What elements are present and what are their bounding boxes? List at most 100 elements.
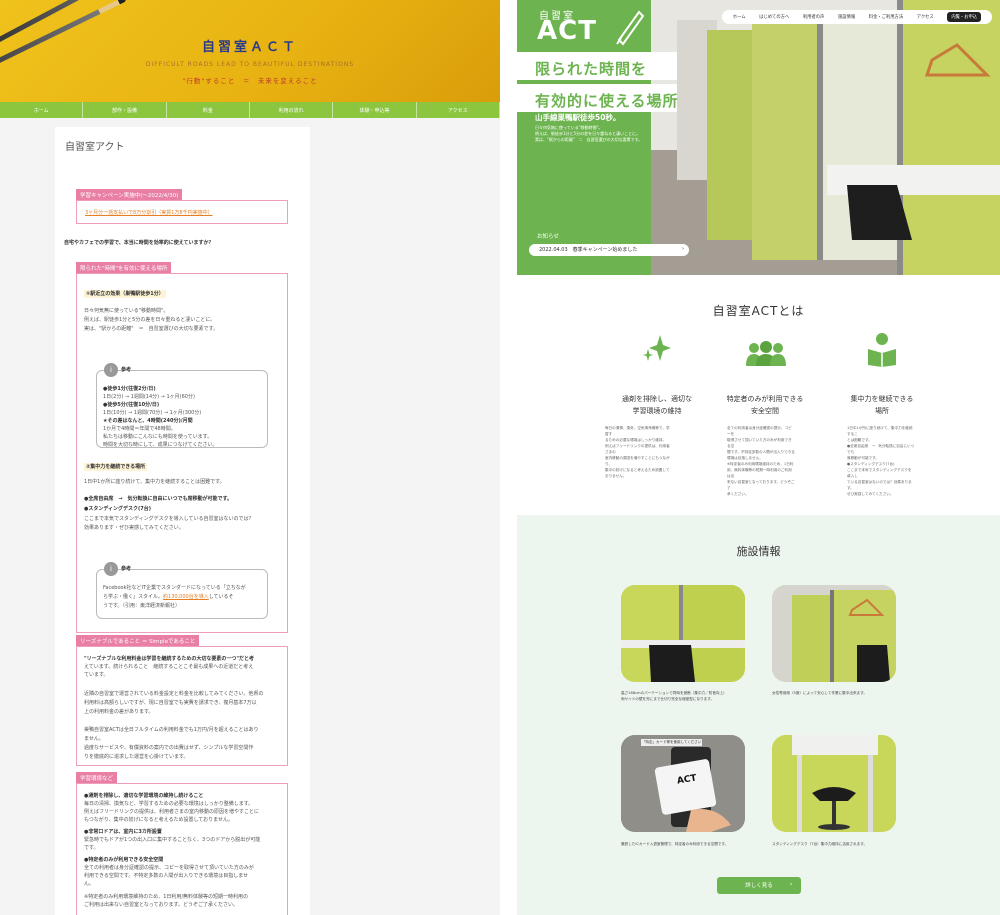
feature-desc-line: 用、無料体験等の短期一時利用のご利用は出 — [727, 468, 792, 478]
feature-desc-line: 承ください。 — [727, 492, 749, 496]
section3-line: ん。 — [84, 881, 95, 887]
hero-small-text: 日々何気無に使っている"移動時間"。 — [535, 125, 603, 130]
section1-bullet: ●全席自由席 → 気分転換に自由にいつでも席移動が可能です。 — [84, 496, 233, 502]
left-nav-item[interactable]: 部作・設備 — [83, 102, 167, 118]
left-site-title: 自習室ＡＣＴ — [201, 40, 298, 55]
facility-caption: 女性専用席（5席）によって安心して作業に集中出来ます。 — [772, 691, 902, 697]
section2-line: 近隣の自習室で運営されている料金設定と料金を比較してみてください。他県の — [84, 691, 264, 697]
feature-title-line: 安全空間 — [751, 407, 779, 415]
standing-desk-photo — [772, 735, 896, 832]
facility-caption-line: 徹底したICカード入退室管理で、特定者のみ利用できる空間です。 — [621, 842, 729, 846]
feature-title-line: 集中力を継続できる — [850, 395, 914, 403]
reader-icon — [868, 333, 896, 367]
left-nav-item[interactable]: 体験・申込等 — [333, 102, 417, 118]
feature-title-line: 学習環境の維持 — [632, 407, 682, 415]
left-nav-item[interactable]: アクセス — [417, 102, 500, 118]
section3-line: ご利用は出来ない自習室となっております。どうぞご了承ください。 — [84, 902, 238, 908]
feature-title-line: 特定者のみが利用できる — [726, 395, 804, 403]
section2-line: "リーズナブルな利用料金は学習を継続するための大切な要素の一つ"だと考 — [84, 656, 254, 662]
facility-photo-women — [772, 585, 896, 682]
info-icon: i — [104, 363, 118, 377]
section2-line: えています。続けられること 継続することこそ最も成果への近道だと考え — [84, 664, 254, 670]
reference-line: Facebook社などIT企業でスタンダードになっている「立ちなが — [103, 585, 246, 591]
reference-link[interactable]: 約130,000台を導入 — [163, 594, 209, 600]
right-nav-item[interactable]: 施設情報 — [838, 14, 855, 20]
left-subtitle-jp: "行動"すること ＝ 未来を変えること — [182, 77, 318, 85]
feature-desc-line: ている自習室はないのでは？効果あります。 — [847, 480, 912, 490]
right-nav-item[interactable]: アクセス — [917, 14, 934, 20]
right-nav-item[interactable]: 利用者の声 — [803, 14, 824, 20]
notice-item[interactable]: 2022.04.03 春季キャンペーン始めました — [539, 246, 637, 253]
reference-line: 1日(2分) → 1週間(14分) → 1ヶ月(60分) — [103, 394, 195, 400]
right-page-screenshot: 自習室 ACT 限られた時間を 有効的に使える場所 山手線巣鴨駅徒歩50秒。 日… — [517, 0, 1000, 915]
section2-line: 過度なサービスや、有償資料の案内での出費はせず、シンプルな学習空間作 — [84, 745, 254, 751]
section1-p1: 日々何気無に使っている"移動時間"。 — [84, 308, 169, 314]
facility-caption: 徹底したICカード入退室管理で、特定者のみ利用できる空間です。 — [621, 842, 751, 848]
feature-desc-line: 来ない自習室となっております。どうぞご了 — [727, 480, 795, 490]
section3-line: ●非常口ドアは、室内に3カ所設置 — [84, 829, 162, 835]
reference-text: しているそ — [208, 594, 234, 600]
nav-cta-button[interactable]: 内覧・お申込 — [947, 12, 982, 22]
section2-line: 巣鴨自習室ACTは全日フルタイムの利用料金でも1万円/月を超えることはあり — [84, 727, 259, 733]
section2-line: りを徹底的に追求した運営を心掛けています。 — [84, 754, 189, 760]
facility-title: 施設情報 — [736, 545, 781, 558]
section2-line: ています。 — [84, 672, 109, 678]
facility-photo-card: ACT 「特定」カード等を使用してください — [621, 735, 745, 832]
sparkle-icon — [643, 335, 671, 361]
feature-desc-line: 1日中1か所に座り続けて、集中力を継続するこ — [847, 426, 913, 436]
section1-bullet: ●スタンディングデスク(7台) — [84, 506, 152, 512]
booth-photo — [621, 585, 745, 682]
section3-line: ●通剤を排除し、適切な学習環境の維持し続けること — [84, 793, 204, 799]
reference-line: 私たちは移動にこんなにも時間を使っています。 — [103, 434, 213, 440]
reference-label: 参考 — [121, 566, 132, 572]
reference-text: ら学ぶ・働く」スタイル。 — [103, 594, 164, 600]
section2-line: 上の利用料金の差があります。 — [84, 709, 154, 715]
reference-line: ●徒歩1分(往復2分/日) — [103, 386, 156, 392]
notice-date: 2022.04.03 — [539, 247, 568, 253]
section1-heading-2: ②集中力を継続できる場所 — [84, 463, 148, 471]
logo-main-text: ACT — [537, 16, 597, 46]
left-nav-item[interactable]: 料金 — [167, 102, 250, 118]
section1-p3: 効果あります・ぜひ実感してみてください。 — [84, 525, 184, 531]
feature-desc-line: 毎日の清掃、換気、空気清浄機等で、学習す — [605, 426, 670, 436]
lead-question: 自宅やカフェでの学習で、本当に時間を効率的に使えていますか？ — [64, 240, 214, 246]
section1-heading-1: ①駅近立の効果（巣鴨駅徒歩1分） — [84, 290, 166, 298]
right-nav-item[interactable]: ホーム — [733, 14, 746, 20]
right-nav-item[interactable]: 料金・ご利用方法 — [869, 14, 903, 20]
section3-line: 全ての利用者は身分証確認の提示、コピーを取得させて頂いていた方のみが — [84, 865, 254, 871]
chevron-right-icon[interactable]: › — [790, 881, 792, 888]
feature-desc-line: 取得させて頂いていた方のみが利用できる空 — [727, 438, 792, 448]
section3-line: 利用できる空間です。不特定多数の人間が出入りできる環境は目指しませ — [84, 873, 249, 879]
hero-subheading: 山手線巣鴨駅徒歩50秒。 — [535, 113, 621, 122]
facility-caption-line: 両サイドの壁を完にまで仕切り完全な個室型になります。 — [621, 696, 715, 701]
facility-section — [517, 515, 1000, 915]
reference-label: 参考 — [121, 367, 132, 373]
left-nav-item[interactable]: 利用の流れ — [250, 102, 334, 118]
reference-line: 1か月で4時間＝年間で48時間。 — [103, 426, 176, 432]
right-nav-item[interactable]: はじめての方へ — [759, 14, 789, 20]
left-nav-bar: ホーム 部作・設備 料金 利用の流れ 体験・申込等 アクセス — [0, 102, 500, 118]
pen-logo-icon — [616, 10, 645, 46]
section3-line: ●特定者のみが利用できる安全空間 — [84, 857, 164, 863]
reference-line: ★その差はなんと、4時間(240分)/月間 — [103, 418, 193, 424]
card-sign: 「特定」カード等を使用してください — [641, 739, 703, 746]
see-more-label[interactable]: 詳しく見る — [717, 881, 801, 889]
right-nav-bar: ホーム はじめての方へ 利用者の声 施設情報 料金・ご利用方法 アクセス 内覧・… — [722, 10, 992, 24]
feature-desc-line: おりません。 — [605, 474, 627, 478]
section2-line: 利用料は高額らしいですが、現に自習室でも実費を請求でき、複月基本7万以 — [84, 700, 257, 706]
section1-p3: ここまで本気でスタンディングデスクを導入している自習室はないのでは？ — [84, 516, 254, 522]
campaign-link[interactable]: 3ヶ月分一括支払いで8万分割引（実質1万8千円実施中） — [85, 209, 213, 217]
left-header-banner: 自習室ＡＣＴ DIFFICULT ROADS LEAD TO BEAUTIFUL… — [0, 0, 500, 102]
facility-photo-booth — [621, 585, 745, 682]
feature-title-line: 通剤を排除し、適切な — [622, 395, 692, 403]
notice-text: 春季キャンペーン始めました — [572, 247, 638, 253]
reference-line: うです。（引用：東洋経済新報社） — [103, 603, 181, 609]
feature-title: 通剤を排除し、適切な 学習環境の維持 — [607, 393, 707, 417]
left-nav-item[interactable]: ホーム — [0, 102, 84, 118]
about-title: 自習室ACTとは — [712, 304, 805, 318]
section1-p1: 実は、"駅からの距離" ＝ 自習室選びの大切な要素です。 — [84, 326, 219, 332]
hero-section: 自習室 ACT 限られた時間を 有効的に使える場所 山手線巣鴨駅徒歩50秒。 日… — [517, 0, 1000, 275]
reference-line: ら学ぶ・働く」スタイル。約130,000台を導入しているそ — [103, 593, 234, 601]
chevron-right-icon[interactable]: › — [682, 246, 684, 252]
feature-title-line: 場所 — [875, 407, 889, 415]
